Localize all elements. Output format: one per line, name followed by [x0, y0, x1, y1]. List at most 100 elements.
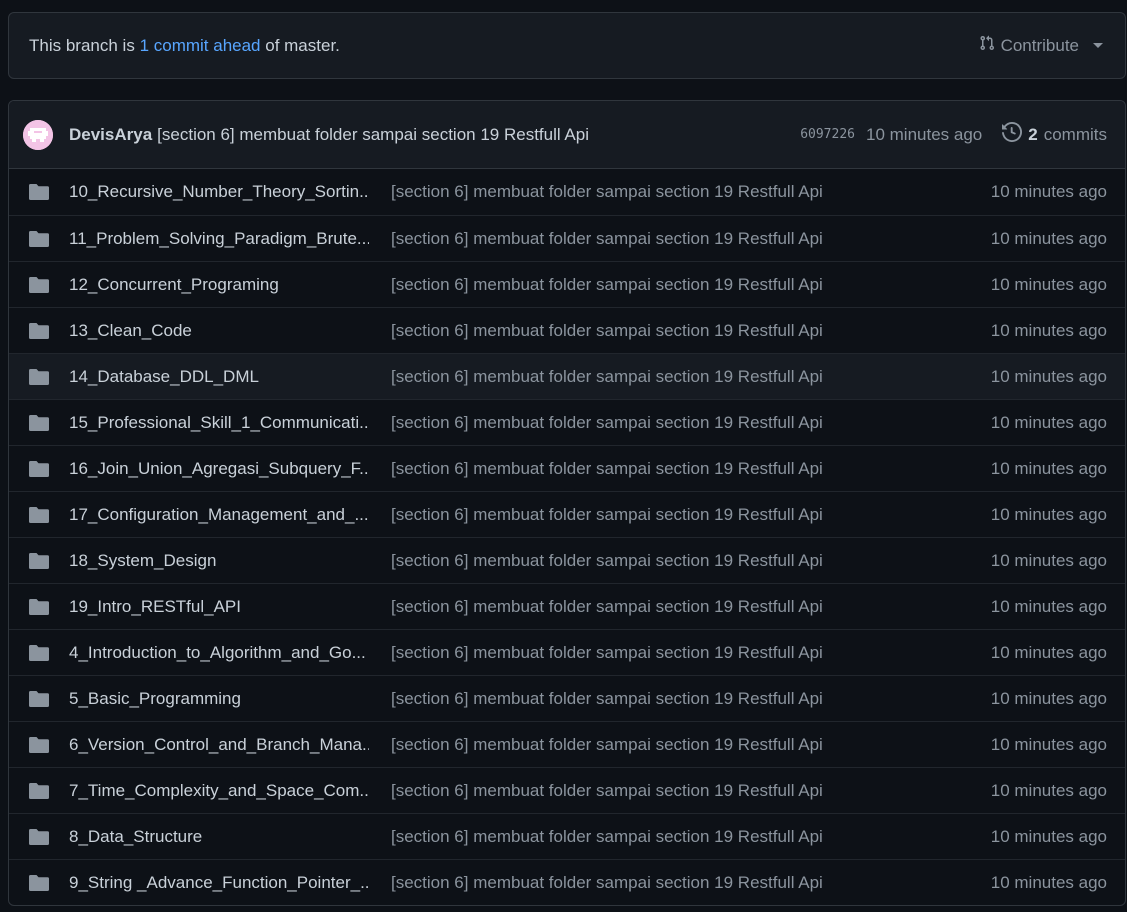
- latest-commit-message[interactable]: [section 6] membuat folder sampai sectio…: [157, 125, 800, 145]
- folder-icon: [29, 506, 49, 523]
- avatar[interactable]: [23, 119, 53, 150]
- file-row[interactable]: 6_Version_Control_and_Branch_Mana... [se…: [9, 721, 1125, 767]
- branch-status-suffix: of master.: [265, 35, 340, 55]
- history-icon: [1002, 121, 1023, 147]
- file-row[interactable]: 13_Clean_Code [section 6] membuat folder…: [9, 307, 1125, 353]
- file-row[interactable]: 15_Professional_Skill_1_Communicati... […: [9, 399, 1125, 445]
- branch-status-banner: This branch is 1 commit ahead of master.…: [8, 12, 1126, 79]
- file-name-link[interactable]: 4_Introduction_to_Algorithm_and_Go...: [69, 643, 369, 663]
- folder-icon: [29, 644, 49, 661]
- file-row[interactable]: 19_Intro_RESTful_API [section 6] membuat…: [9, 583, 1125, 629]
- file-commit-age: 10 minutes ago: [990, 596, 1107, 616]
- git-pull-request-icon: [979, 34, 995, 57]
- folder-icon: [29, 230, 49, 247]
- file-commit-message-link[interactable]: [section 6] membuat folder sampai sectio…: [391, 551, 991, 571]
- folder-icon: [29, 874, 49, 891]
- file-commit-age: 10 minutes ago: [990, 642, 1107, 662]
- file-row[interactable]: 7_Time_Complexity_and_Space_Com... [sect…: [9, 767, 1125, 813]
- file-row[interactable]: 10_Recursive_Number_Theory_Sortin... [se…: [9, 169, 1125, 215]
- file-name-link[interactable]: 10_Recursive_Number_Theory_Sortin...: [69, 182, 369, 202]
- folder-icon: [29, 828, 49, 845]
- file-commit-message-link[interactable]: [section 6] membuat folder sampai sectio…: [391, 505, 991, 525]
- file-commit-age: 10 minutes ago: [990, 780, 1107, 800]
- commits-word: commits: [1043, 124, 1107, 144]
- folder-icon: [29, 736, 49, 753]
- folder-icon: [29, 368, 49, 385]
- folder-icon: [29, 460, 49, 477]
- file-commit-age: 10 minutes ago: [990, 274, 1107, 294]
- file-commit-age: 10 minutes ago: [990, 182, 1107, 201]
- commits-count: 2: [1028, 124, 1038, 144]
- file-commit-message-link[interactable]: [section 6] membuat folder sampai sectio…: [391, 873, 991, 893]
- file-commit-message-link[interactable]: [section 6] membuat folder sampai sectio…: [391, 689, 991, 709]
- file-name-link[interactable]: 19_Intro_RESTful_API: [69, 597, 369, 617]
- file-name-link[interactable]: 14_Database_DDL_DML: [69, 367, 369, 387]
- file-name-link[interactable]: 7_Time_Complexity_and_Space_Com...: [69, 781, 369, 801]
- file-commit-message-link[interactable]: [section 6] membuat folder sampai sectio…: [391, 275, 991, 295]
- file-commit-message-link[interactable]: [section 6] membuat folder sampai sectio…: [391, 459, 991, 479]
- file-browser: DevisArya [section 6] membuat folder sam…: [8, 100, 1126, 906]
- file-commit-message-link[interactable]: [section 6] membuat folder sampai sectio…: [391, 643, 991, 663]
- file-commit-message-link[interactable]: [section 6] membuat folder sampai sectio…: [391, 781, 991, 801]
- commits-ahead-link[interactable]: 1 commit ahead: [140, 36, 261, 55]
- file-row[interactable]: 5_Basic_Programming [section 6] membuat …: [9, 675, 1125, 721]
- file-list: 10_Recursive_Number_Theory_Sortin... [se…: [9, 169, 1125, 905]
- file-commit-age: 10 minutes ago: [990, 688, 1107, 708]
- file-commit-message-link[interactable]: [section 6] membuat folder sampai sectio…: [391, 182, 991, 202]
- file-commit-message-link[interactable]: [section 6] membuat folder sampai sectio…: [391, 735, 991, 755]
- file-commit-age: 10 minutes ago: [990, 872, 1107, 892]
- file-name-link[interactable]: 17_Configuration_Management_and_...: [69, 505, 369, 525]
- file-row[interactable]: 17_Configuration_Management_and_... [sec…: [9, 491, 1125, 537]
- caret-down-icon: [1093, 43, 1103, 48]
- file-name-link[interactable]: 16_Join_Union_Agregasi_Subquery_F...: [69, 459, 369, 479]
- folder-icon: [29, 552, 49, 569]
- folder-icon: [29, 322, 49, 339]
- file-commit-age: 10 minutes ago: [990, 734, 1107, 754]
- file-commit-message-link[interactable]: [section 6] membuat folder sampai sectio…: [391, 827, 991, 847]
- file-name-link[interactable]: 6_Version_Control_and_Branch_Mana...: [69, 735, 369, 755]
- file-commit-message-link[interactable]: [section 6] membuat folder sampai sectio…: [391, 597, 991, 617]
- file-commit-age: 10 minutes ago: [990, 504, 1107, 524]
- commit-age: 10 minutes ago: [866, 124, 983, 144]
- branch-status-prefix: This branch is: [29, 35, 135, 55]
- file-row[interactable]: 11_Problem_Solving_Paradigm_Brute... [se…: [9, 215, 1125, 261]
- folder-icon: [29, 690, 49, 707]
- file-commit-message-link[interactable]: [section 6] membuat folder sampai sectio…: [391, 367, 991, 387]
- file-name-link[interactable]: 11_Problem_Solving_Paradigm_Brute...: [69, 229, 369, 249]
- folder-icon: [29, 598, 49, 615]
- file-row[interactable]: 16_Join_Union_Agregasi_Subquery_F... [se…: [9, 445, 1125, 491]
- file-name-link[interactable]: 8_Data_Structure: [69, 827, 369, 847]
- folder-icon: [29, 276, 49, 293]
- file-name-link[interactable]: 12_Concurrent_Programing: [69, 275, 369, 295]
- file-commit-age: 10 minutes ago: [990, 458, 1107, 478]
- file-row[interactable]: 4_Introduction_to_Algorithm_and_Go... [s…: [9, 629, 1125, 675]
- branch-status-text: This branch is 1 commit ahead of master.: [29, 36, 340, 56]
- file-commit-age: 10 minutes ago: [990, 412, 1107, 432]
- commit-author[interactable]: DevisArya: [69, 125, 152, 145]
- file-row[interactable]: 18_System_Design [section 6] membuat fol…: [9, 537, 1125, 583]
- file-commit-message-link[interactable]: [section 6] membuat folder sampai sectio…: [391, 413, 991, 433]
- file-name-link[interactable]: 18_System_Design: [69, 551, 369, 571]
- commits-history-link[interactable]: 2 commits: [1002, 121, 1107, 147]
- file-commit-age: 10 minutes ago: [990, 228, 1107, 248]
- latest-commit-bar: DevisArya [section 6] membuat folder sam…: [9, 101, 1125, 169]
- file-name-link[interactable]: 5_Basic_Programming: [69, 689, 369, 709]
- file-name-link[interactable]: 9_String _Advance_Function_Pointer_...: [69, 873, 369, 893]
- file-row[interactable]: 8_Data_Structure [section 6] membuat fol…: [9, 813, 1125, 859]
- folder-icon: [29, 782, 49, 799]
- file-commit-age: 10 minutes ago: [990, 320, 1107, 340]
- file-name-link[interactable]: 15_Professional_Skill_1_Communicati...: [69, 413, 369, 433]
- commit-sha[interactable]: 6097226: [800, 127, 855, 142]
- file-commit-age: 10 minutes ago: [990, 550, 1107, 570]
- file-commit-message-link[interactable]: [section 6] membuat folder sampai sectio…: [391, 321, 991, 341]
- file-commit-message-link[interactable]: [section 6] membuat folder sampai sectio…: [391, 229, 991, 249]
- folder-icon: [29, 184, 49, 200]
- file-row[interactable]: 9_String _Advance_Function_Pointer_... […: [9, 859, 1125, 905]
- folder-icon: [29, 414, 49, 431]
- file-commit-age: 10 minutes ago: [990, 366, 1107, 386]
- file-name-link[interactable]: 13_Clean_Code: [69, 321, 369, 341]
- contribute-dropdown-button[interactable]: Contribute: [979, 34, 1103, 57]
- file-row[interactable]: 14_Database_DDL_DML [section 6] membuat …: [9, 353, 1125, 399]
- file-commit-age: 10 minutes ago: [990, 826, 1107, 846]
- file-row[interactable]: 12_Concurrent_Programing [section 6] mem…: [9, 261, 1125, 307]
